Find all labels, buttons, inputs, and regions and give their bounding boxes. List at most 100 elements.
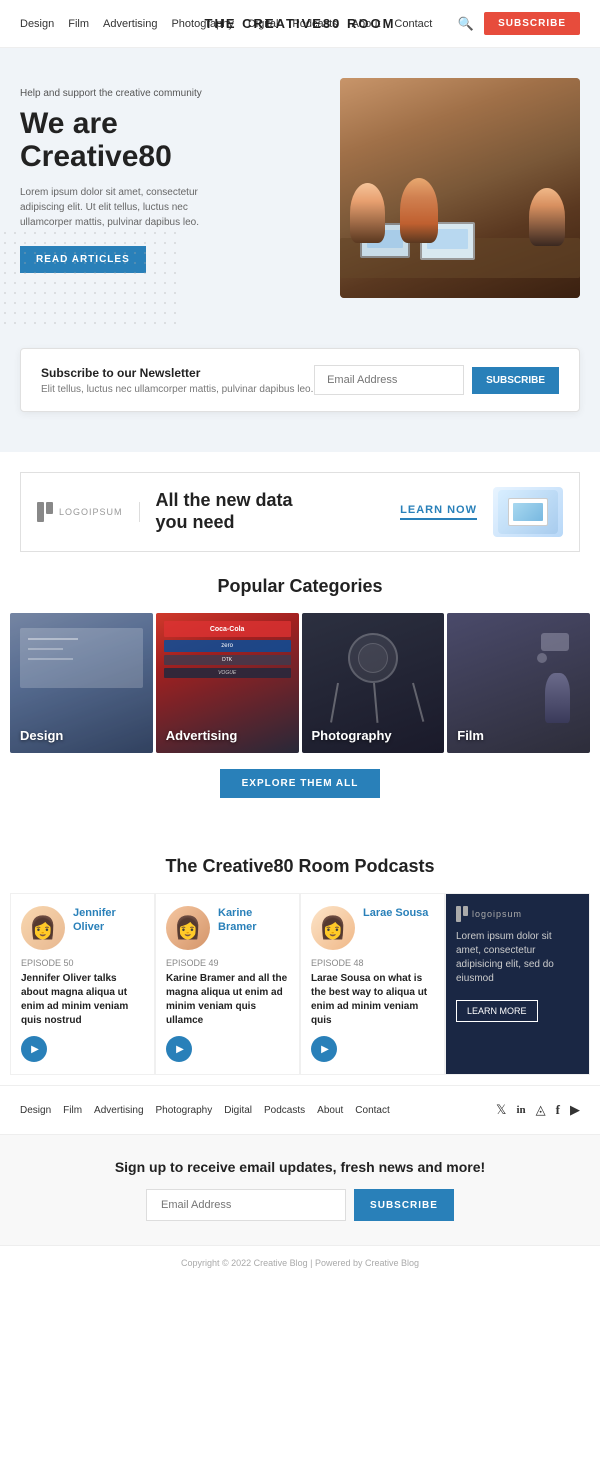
sponsor-logo: logoipsum [456,906,579,922]
newsletter-strip: Subscribe to our Newsletter Elit tellus,… [20,348,580,412]
hero-title: We are Creative80 [20,107,330,173]
footer-links: Design Film Advertising Photography Digi… [20,1105,390,1116]
youtube-icon[interactable]: ▶ [570,1102,580,1118]
linkedin-icon[interactable]: in [516,1104,525,1116]
episode-num-jennifer: EPISODE 50 [21,958,144,968]
episode-num-karine: EPISODE 49 [166,958,289,968]
categories-grid: Design Coca-Cola zero DTK VOGUE Advertis… [10,613,590,753]
footer-link-photography[interactable]: Photography [156,1105,213,1116]
podcasts-title: The Creative80 Room Podcasts [0,856,600,877]
twitter-icon[interactable]: 𝕏 [496,1102,506,1118]
podcast-header-larae: 👩 Larae Sousa [311,906,434,950]
ad-logo: LOGOIPSUM [37,502,140,522]
podcast-name-jennifer: Jennifer Oliver [73,906,144,935]
footer: Design Film Advertising Photography Digi… [0,1085,600,1280]
category-film[interactable]: Film [447,613,590,753]
category-design-name: Design [20,728,63,743]
category-advertising-name: Advertising [166,728,238,743]
play-button-karine[interactable]: ▶ [166,1036,192,1062]
sponsor-desc: Lorem ipsum dolor sit amet, consectetur … [456,930,579,986]
category-photography[interactable]: Photography [302,613,445,753]
podcast-desc-larae: Larae Sousa on what is the best way to a… [311,972,434,1028]
footer-link-digital[interactable]: Digital [224,1105,252,1116]
footer-link-design[interactable]: Design [20,1105,51,1116]
instagram-icon[interactable]: ◬ [536,1102,546,1118]
footer-signup-form: SUBSCRIBE [20,1189,580,1221]
explore-all-button[interactable]: EXPLORE THEM ALL [220,769,381,798]
newsletter-title: Subscribe to our Newsletter [41,366,313,380]
copyright: Copyright © 2022 Creative Blog | Powered… [0,1245,600,1280]
episode-num-larae: EPISODE 48 [311,958,434,968]
newsletter-right: SUBSCRIBE [314,365,559,395]
logoipsum-icon [37,502,53,522]
footer-signup: Sign up to receive email updates, fresh … [0,1134,600,1245]
search-icon[interactable]: 🔍 [458,16,474,32]
ad-headline: All the new data you need [156,490,385,533]
footer-link-contact[interactable]: Contact [355,1105,389,1116]
footer-nav: Design Film Advertising Photography Digi… [0,1085,600,1134]
nav-advertising[interactable]: Advertising [103,18,157,30]
dots-decoration [0,228,180,328]
podcast-card-sponsor: logoipsum Lorem ipsum dolor sit amet, co… [445,893,590,1075]
category-design-label-overlay: Design [10,718,153,753]
footer-link-film[interactable]: Film [63,1105,82,1116]
newsletter-subscribe-button[interactable]: SUBSCRIBE [472,367,559,394]
explore-btn-wrapper: EXPLORE THEM ALL [0,769,600,798]
podcast-name-larae: Larae Sousa [363,906,428,920]
newsletter-left: Subscribe to our Newsletter Elit tellus,… [41,366,313,395]
ad-image [493,487,563,537]
site-title: THE CREATIVE80 ROOM [205,16,396,31]
avatar-larae: 👩 [311,906,355,950]
popular-categories-title: Popular Categories [0,576,600,597]
category-advertising-label-overlay: Advertising [156,718,299,753]
hero-image [340,78,580,298]
hero-description: Lorem ipsum dolor sit amet, consectetur … [20,185,220,230]
footer-signup-title: Sign up to receive email updates, fresh … [20,1159,580,1175]
category-film-name: Film [457,728,484,743]
podcast-desc-jennifer: Jennifer Oliver talks about magna aliqua… [21,972,144,1028]
podcast-header-jennifer: 👩 Jennifer Oliver [21,906,144,950]
category-photography-label-overlay: Photography [302,718,445,753]
newsletter-desc: Elit tellus, luctus nec ullamcorper matt… [41,384,313,395]
footer-link-about[interactable]: About [317,1105,343,1116]
sponsor-learn-more-button[interactable]: LEARN MORE [456,1000,538,1022]
podcast-card-jennifer: 👩 Jennifer Oliver EPISODE 50 Jennifer Ol… [10,893,155,1075]
avatar-jennifer: 👩 [21,906,65,950]
footer-link-podcasts[interactable]: Podcasts [264,1105,305,1116]
nav-actions: 🔍 SUBSCRIBE [458,12,580,35]
newsletter-email-input[interactable] [314,365,464,395]
podcast-desc-karine: Karine Bramer and all the magna aliqua u… [166,972,289,1028]
logoipsum-sponsor-icon [456,906,468,922]
nav-design[interactable]: Design [20,18,54,30]
podcast-card-karine: 👩 Karine Bramer EPISODE 49 Karine Bramer… [155,893,300,1075]
nav-film[interactable]: Film [68,18,89,30]
category-photography-name: Photography [312,728,392,743]
nav-contact[interactable]: Contact [394,18,432,30]
category-design[interactable]: Design [10,613,153,753]
hero-section: Help and support the creative community … [0,48,600,452]
play-button-larae[interactable]: ▶ [311,1036,337,1062]
play-icon-karine: ▶ [176,1044,184,1055]
podcasts-grid: 👩 Jennifer Oliver EPISODE 50 Jennifer Ol… [10,893,590,1075]
hero-text: Help and support the creative community … [20,78,330,273]
play-button-jennifer[interactable]: ▶ [21,1036,47,1062]
popular-categories-section: Popular Categories Design Coca-Cola [0,576,600,798]
category-advertising[interactable]: Coca-Cola zero DTK VOGUE Advertising [156,613,299,753]
social-icons: 𝕏 in ◬ f ▶ [496,1102,580,1118]
play-icon-larae: ▶ [321,1044,329,1055]
footer-subscribe-button[interactable]: SUBSCRIBE [354,1189,454,1221]
learn-now-link[interactable]: LEARN NOW [400,504,477,520]
footer-email-input[interactable] [146,1189,346,1221]
ad-banner: LOGOIPSUM All the new data you need LEAR… [20,472,580,552]
facebook-icon[interactable]: f [556,1102,560,1118]
footer-link-advertising[interactable]: Advertising [94,1105,143,1116]
podcast-header-karine: 👩 Karine Bramer [166,906,289,950]
subscribe-button[interactable]: SUBSCRIBE [484,12,580,35]
podcasts-section: The Creative80 Room Podcasts 👩 Jennifer … [0,822,600,1085]
podcast-name-karine: Karine Bramer [218,906,289,935]
avatar-karine: 👩 [166,906,210,950]
hero-tag: Help and support the creative community [20,88,330,99]
hero-content: Help and support the creative community … [0,48,600,328]
play-icon-jennifer: ▶ [31,1044,39,1055]
category-film-label-overlay: Film [447,718,590,753]
